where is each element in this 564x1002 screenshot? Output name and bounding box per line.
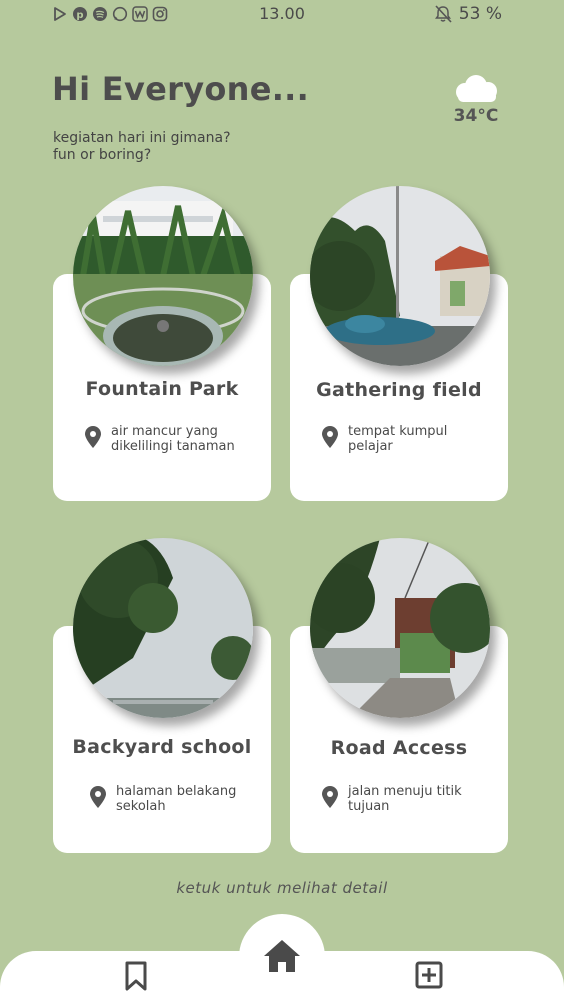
- card-title: Backyard school: [72, 736, 252, 758]
- location-line-2: pelajar: [348, 439, 393, 454]
- temperature: 34°C: [453, 106, 499, 126]
- fountain-park-photo[interactable]: [73, 186, 253, 366]
- add-button[interactable]: [415, 961, 443, 993]
- tap-hint: ketuk untuk melihat detail: [176, 879, 388, 897]
- location-pin-icon: [90, 786, 106, 808]
- status-bar: p 13.00 53 %: [0, 0, 564, 28]
- location-line-2: sekolah: [116, 799, 166, 814]
- gathering-field-photo[interactable]: [310, 186, 490, 366]
- cloud-icon: [456, 75, 497, 102]
- location-pin-icon: [322, 426, 338, 448]
- subtitle-line-1: kegiatan hari ini gimana?: [53, 130, 231, 146]
- location-line-1: halaman belakang: [116, 784, 237, 799]
- location-line-1: air mancur yang: [111, 424, 218, 439]
- home-icon: [264, 940, 300, 972]
- location-pin-icon: [322, 786, 338, 808]
- location-line-2: dikelilingi tanaman: [111, 439, 235, 454]
- location-line-2: tujuan: [348, 799, 390, 814]
- bookmark-icon: [125, 961, 147, 991]
- home-button[interactable]: [262, 938, 302, 978]
- greeting-title: Hi Everyone...: [52, 70, 310, 108]
- status-right: 53 %: [433, 4, 502, 24]
- bookmark-button[interactable]: [124, 961, 148, 995]
- location-line-1: jalan menuju titik: [348, 784, 462, 799]
- card-location: air mancur yang dikelilingi tanaman: [85, 424, 235, 454]
- battery-level: 53 %: [458, 4, 502, 24]
- card-location: halaman belakang sekolah: [90, 784, 236, 814]
- backyard-school-photo[interactable]: [73, 538, 253, 718]
- road-access-photo[interactable]: [310, 538, 490, 718]
- location-pin-icon: [85, 426, 101, 448]
- subtitle-line-2: fun or boring?: [53, 147, 152, 163]
- location-line-1: tempat kumpul: [348, 424, 448, 439]
- card-title: Gathering field: [316, 379, 482, 401]
- bell-off-icon: [434, 5, 452, 23]
- greeting-subtitle: kegiatan hari ini gimana? fun or boring?: [53, 130, 273, 164]
- weather-widget: 34°C: [446, 74, 506, 126]
- card-title: Fountain Park: [85, 378, 239, 400]
- add-square-icon: [415, 961, 443, 989]
- card-location: jalan menuju titik tujuan: [322, 784, 462, 814]
- card-location: tempat kumpul pelajar: [322, 424, 447, 454]
- card-title: Road Access: [330, 737, 468, 759]
